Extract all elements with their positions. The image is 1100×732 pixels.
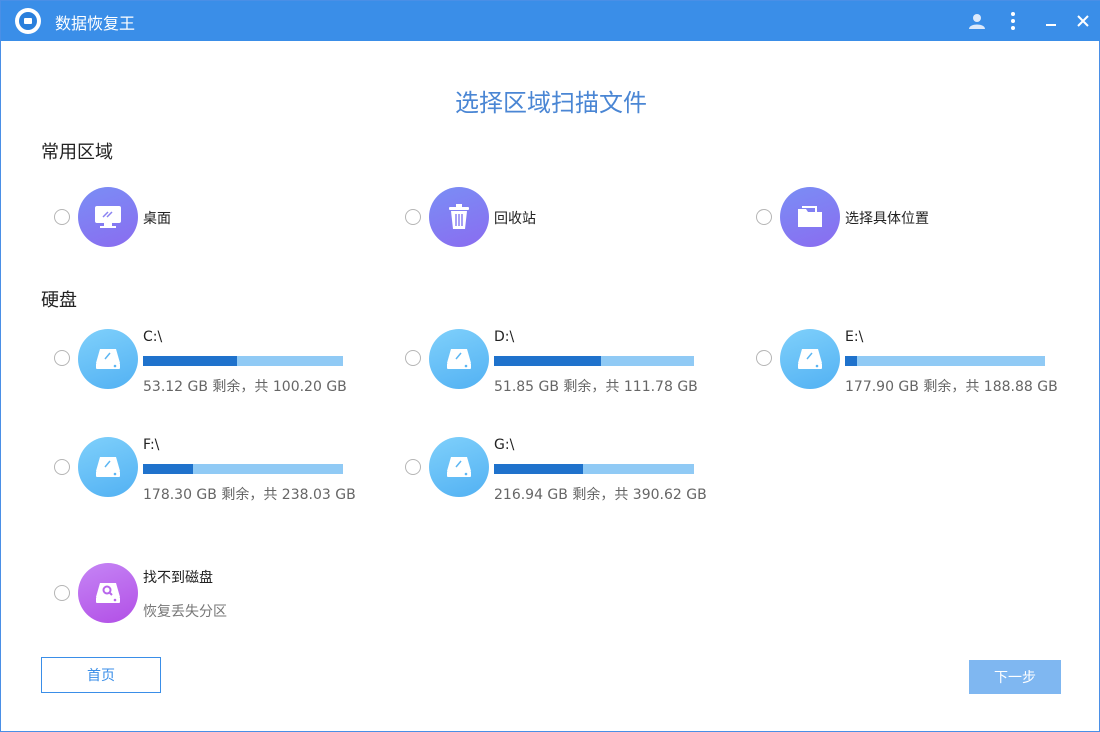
drive-icon — [429, 329, 489, 389]
title-bar: 数据恢复王 — [1, 1, 1100, 41]
drive-info-f: 178.30 GB 剩余，共 238.03 GB — [143, 487, 356, 503]
drive-info-d: 51.85 GB 剩余，共 111.78 GB — [494, 379, 698, 395]
drive-name-c: C:\ — [143, 329, 163, 345]
drive-usage-bar-f — [143, 464, 343, 474]
next-button[interactable]: 下一步 — [969, 660, 1061, 694]
radio-desktop[interactable] — [54, 209, 70, 225]
drive-info-g: 216.94 GB 剩余，共 390.62 GB — [494, 487, 707, 503]
minimize-icon[interactable] — [1039, 9, 1063, 33]
close-icon[interactable] — [1071, 9, 1095, 33]
folder-icon — [780, 187, 840, 247]
item-label-recycle-bin: 回收站 — [494, 211, 536, 227]
drive-icon — [429, 437, 489, 497]
recycle-bin-icon — [429, 187, 489, 247]
radio-drive-d[interactable] — [405, 350, 421, 366]
drive-name-e: E:\ — [845, 329, 864, 345]
user-icon[interactable] — [965, 9, 989, 33]
drive-icon — [780, 329, 840, 389]
drive-name-d: D:\ — [494, 329, 515, 345]
lost-disk-label: 找不到磁盘 — [143, 570, 213, 586]
section-title-disks: 硬盘 — [41, 290, 77, 311]
drive-usage-bar-e — [845, 356, 1045, 366]
drive-info-e: 177.90 GB 剩余，共 188.88 GB — [845, 379, 1058, 395]
drive-icon — [78, 437, 138, 497]
desktop-icon — [78, 187, 138, 247]
drive-usage-bar-g — [494, 464, 694, 474]
lost-disk-sub-label: 恢复丢失分区 — [143, 604, 227, 620]
drive-name-f: F:\ — [143, 437, 160, 453]
drive-usage-bar-d — [494, 356, 694, 366]
radio-drive-f[interactable] — [54, 459, 70, 475]
radio-recycle-bin[interactable] — [405, 209, 421, 225]
app-title: 数据恢复王 — [55, 14, 136, 33]
page-title: 选择区域扫描文件 — [455, 89, 647, 117]
app-window: 数据恢复王 选择区域扫描文件 常用区域 桌面 回收站 选择具体位置 硬盘 C:\… — [0, 0, 1100, 732]
radio-drive-c[interactable] — [54, 350, 70, 366]
drive-icon — [78, 329, 138, 389]
radio-lost-disk[interactable] — [54, 585, 70, 601]
drive-name-g: G:\ — [494, 437, 515, 453]
radio-select-location[interactable] — [756, 209, 772, 225]
section-title-common: 常用区域 — [41, 142, 113, 163]
radio-drive-g[interactable] — [405, 459, 421, 475]
drive-usage-bar-c — [143, 356, 343, 366]
app-logo-icon — [15, 8, 41, 34]
item-label-desktop: 桌面 — [143, 211, 171, 227]
item-label-select-location: 选择具体位置 — [845, 211, 929, 227]
disk-search-icon — [78, 563, 138, 623]
home-button[interactable]: 首页 — [41, 657, 161, 693]
drive-info-c: 53.12 GB 剩余，共 100.20 GB — [143, 379, 347, 395]
more-icon[interactable] — [1001, 9, 1025, 33]
radio-drive-e[interactable] — [756, 350, 772, 366]
